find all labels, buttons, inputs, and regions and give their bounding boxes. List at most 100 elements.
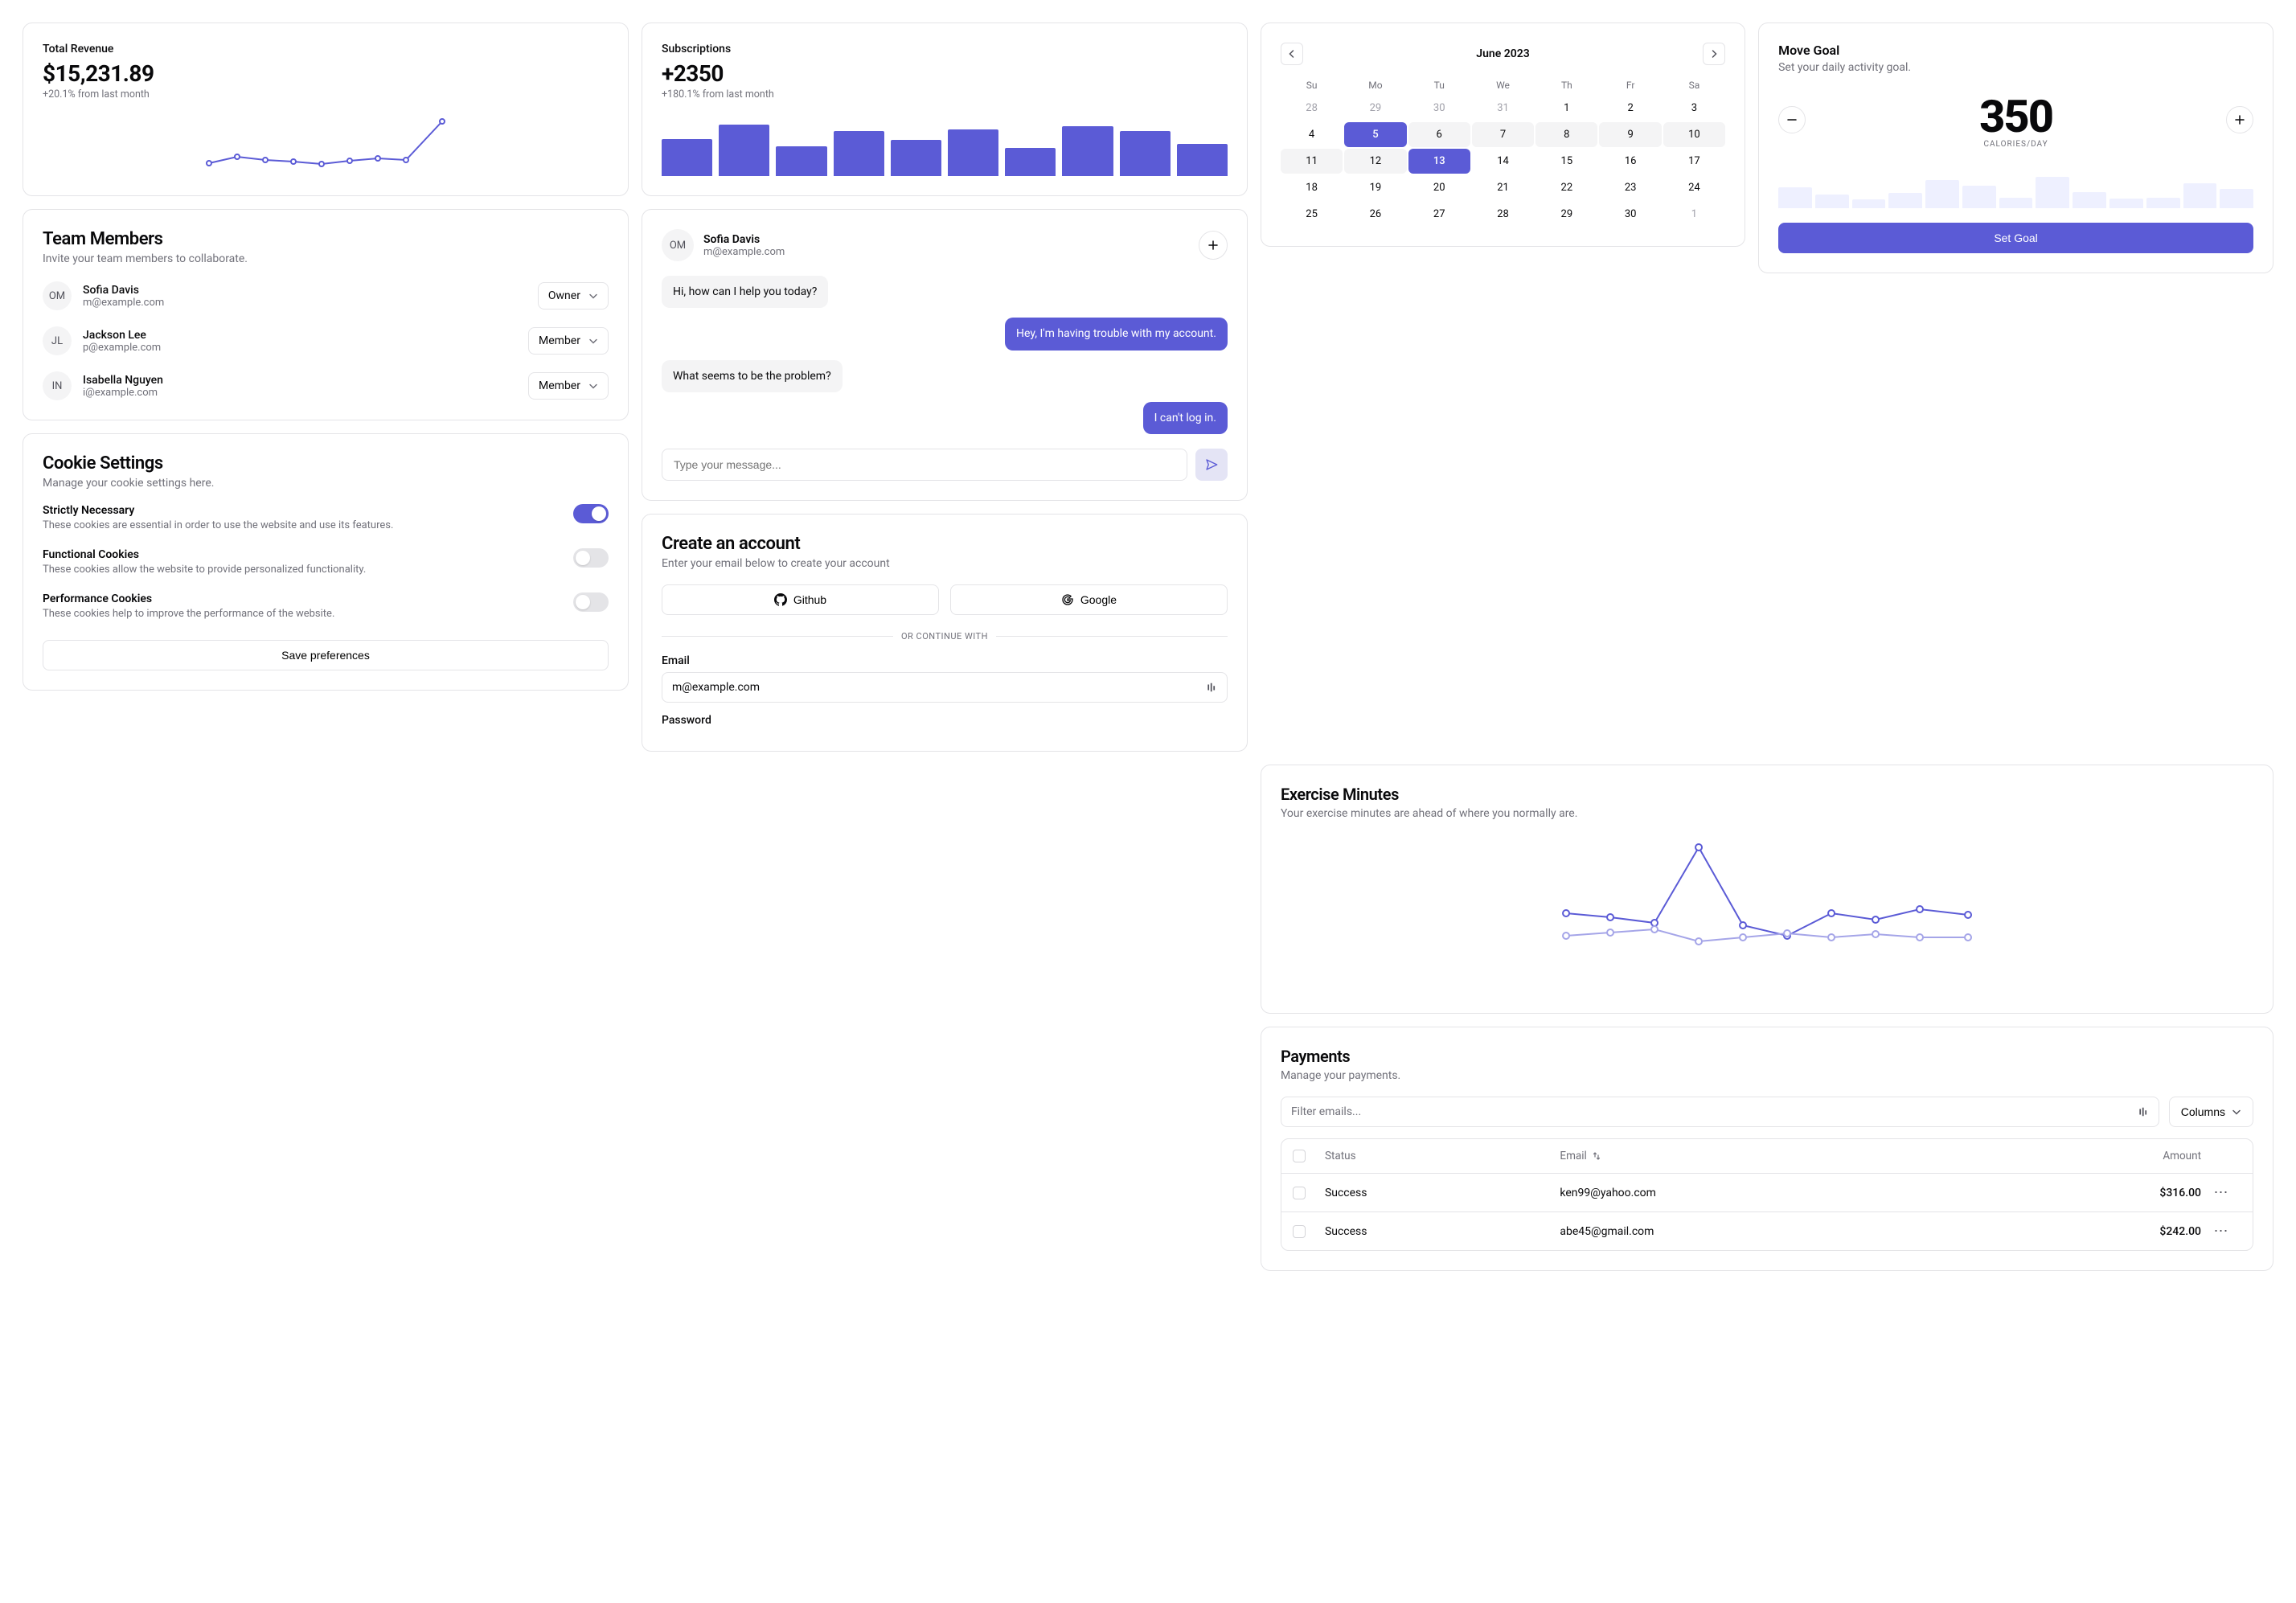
calendar-dow: Fr: [1599, 76, 1661, 94]
calendar-day[interactable]: 6: [1408, 122, 1470, 147]
goal-desc: Set your daily activity goal.: [1778, 61, 2253, 74]
chevron-down-icon: [2232, 1107, 2241, 1117]
calendar-day[interactable]: 28: [1472, 202, 1534, 227]
calendar-day[interactable]: 7: [1472, 122, 1534, 147]
calendar-day[interactable]: 29: [1535, 202, 1597, 227]
calendar-day[interactable]: 16: [1599, 149, 1661, 174]
calendar-dow: Mo: [1344, 76, 1406, 94]
cookie-toggle[interactable]: [573, 548, 609, 568]
bar: [1062, 126, 1113, 176]
bar: [891, 140, 941, 176]
bar: [1852, 199, 1886, 208]
calendar-day[interactable]: 27: [1408, 202, 1470, 227]
calendar-day[interactable]: 25: [1281, 202, 1343, 227]
calendar-day[interactable]: 17: [1663, 149, 1725, 174]
bar: [2036, 177, 2069, 208]
payments-title: Payments: [1281, 1047, 2253, 1066]
chat-message: Hey, I'm having trouble with my account.: [1005, 318, 1228, 350]
calendar-day[interactable]: 4: [1281, 122, 1343, 147]
calendar-prev-button[interactable]: [1281, 43, 1303, 65]
calendar-day[interactable]: 19: [1344, 175, 1406, 200]
role-select[interactable]: Member: [528, 372, 609, 400]
calendar-dow: We: [1472, 76, 1534, 94]
status-header[interactable]: Status: [1325, 1150, 1560, 1162]
calendar-day[interactable]: 12: [1344, 149, 1406, 174]
calendar-day[interactable]: 18: [1281, 175, 1343, 200]
cookie-toggle[interactable]: [573, 592, 609, 612]
member-email: p@example.com: [83, 342, 517, 354]
calendar-day[interactable]: 11: [1281, 149, 1343, 174]
goal-increase-button[interactable]: [2226, 106, 2253, 133]
exercise-chart: [1281, 833, 2253, 994]
member-email: m@example.com: [83, 297, 527, 309]
add-contact-button[interactable]: [1199, 231, 1228, 260]
row-actions-button[interactable]: ⋯: [2201, 1223, 2241, 1240]
email-field[interactable]: m@example.com: [662, 672, 1228, 703]
calendar-day[interactable]: 2: [1599, 96, 1661, 121]
select-all-checkbox[interactable]: [1293, 1150, 1306, 1162]
bar: [1778, 187, 1812, 208]
calendar-day[interactable]: 22: [1535, 175, 1597, 200]
cookie-item-desc: These cookies are essential in order to …: [43, 519, 560, 534]
divider: [996, 636, 1228, 637]
calendar-day[interactable]: 1: [1535, 96, 1597, 121]
goal-decrease-button[interactable]: [1778, 106, 1806, 133]
calendar-day[interactable]: 29: [1344, 96, 1406, 121]
chat-message: Hi, how can I help you today?: [662, 276, 828, 308]
cookie-toggle[interactable]: [573, 504, 609, 523]
amount-header[interactable]: Amount: [1987, 1150, 2201, 1162]
payment-email: abe45@gmail.com: [1560, 1225, 1987, 1238]
calendar-day[interactable]: 15: [1535, 149, 1597, 174]
calendar-day[interactable]: 24: [1663, 175, 1725, 200]
email-value: m@example.com: [672, 681, 760, 694]
row-actions-button[interactable]: ⋯: [2201, 1184, 2241, 1201]
bar: [776, 146, 826, 176]
calendar-day[interactable]: 30: [1408, 96, 1470, 121]
calendar-day[interactable]: 21: [1472, 175, 1534, 200]
calendar-day[interactable]: 26: [1344, 202, 1406, 227]
member-avatar: JL: [43, 326, 72, 355]
role-select[interactable]: Member: [528, 327, 609, 355]
chevron-left-icon: [1287, 49, 1297, 59]
calendar-day[interactable]: 5: [1344, 122, 1406, 147]
calendar-day[interactable]: 3: [1663, 96, 1725, 121]
bar: [2183, 183, 2217, 208]
role-select[interactable]: Owner: [538, 282, 609, 310]
calendar-day[interactable]: 30: [1599, 202, 1661, 227]
set-goal-button[interactable]: Set Goal: [1778, 223, 2253, 253]
calendar-day[interactable]: 20: [1408, 175, 1470, 200]
send-button[interactable]: [1195, 449, 1228, 481]
filter-emails-input[interactable]: Filter emails...: [1281, 1097, 2159, 1127]
github-button[interactable]: Github: [662, 584, 939, 615]
row-checkbox[interactable]: [1293, 1225, 1306, 1238]
revenue-sparkline: [43, 112, 609, 176]
bar: [1999, 198, 2033, 208]
calendar-day[interactable]: 9: [1599, 122, 1661, 147]
subscriptions-change: +180.1% from last month: [662, 88, 1228, 100]
calendar-day[interactable]: 14: [1472, 149, 1534, 174]
bar: [662, 139, 712, 176]
calendar-day[interactable]: 31: [1472, 96, 1534, 121]
email-header[interactable]: Email: [1560, 1150, 1987, 1162]
revenue-value: $15,231.89: [43, 60, 609, 87]
bar: [948, 129, 998, 176]
cookie-item-title: Strictly Necessary: [43, 504, 560, 517]
cookie-desc: Manage your cookie settings here.: [43, 477, 609, 490]
message-input[interactable]: [662, 449, 1187, 481]
calendar-day[interactable]: 13: [1408, 149, 1470, 174]
calendar-day[interactable]: 8: [1535, 122, 1597, 147]
chat-card: OM Sofia Davis m@example.com Hi, how can…: [642, 209, 1248, 501]
team-member-row: JLJackson Leep@example.comMember: [43, 326, 609, 355]
calendar-day[interactable]: 10: [1663, 122, 1725, 147]
password-label: Password: [662, 714, 1228, 727]
calendar-day[interactable]: 28: [1281, 96, 1343, 121]
save-preferences-button[interactable]: Save preferences: [43, 640, 609, 670]
chevron-down-icon: [588, 336, 598, 346]
calendar-day[interactable]: 23: [1599, 175, 1661, 200]
columns-button[interactable]: Columns: [2169, 1097, 2253, 1127]
google-button[interactable]: Google: [950, 584, 1228, 615]
member-avatar: OM: [43, 281, 72, 310]
calendar-next-button[interactable]: [1703, 43, 1725, 65]
calendar-day[interactable]: 1: [1663, 202, 1725, 227]
row-checkbox[interactable]: [1293, 1187, 1306, 1199]
